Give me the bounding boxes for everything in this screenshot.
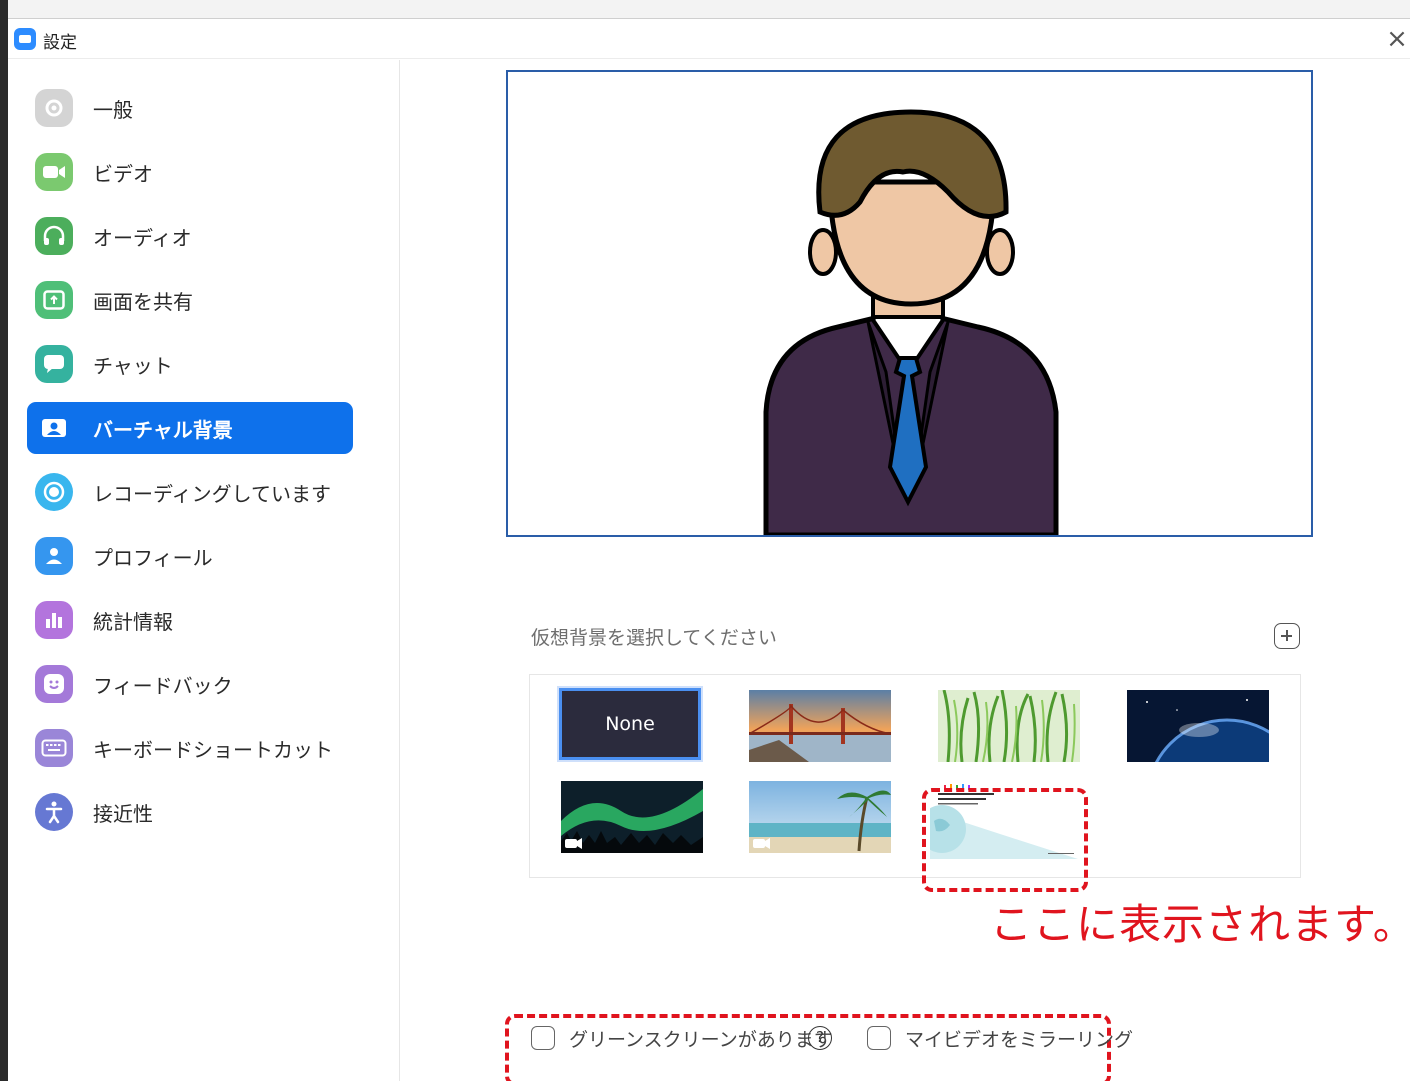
background-thumb-none[interactable]: None: [559, 688, 701, 760]
green-screen-checkbox[interactable]: [531, 1026, 555, 1050]
video-preview: [506, 70, 1313, 537]
sidebar-item-keyboard-shortcuts[interactable]: キーボードショートカット: [27, 722, 353, 774]
green-screen-label: グリーンスクリーンがあります: [569, 1029, 833, 1051]
profile-icon: [35, 537, 73, 575]
settings-window: 設定 × 一般 ビデオ オーディオ 画面を共有 チャット バーチャル背景 レコー…: [8, 18, 1410, 1081]
sidebar-item-recording[interactable]: レコーディングしています: [27, 466, 353, 518]
mirror-video-label: マイビデオをミラーリング: [905, 1029, 1134, 1051]
sidebar-item-profile[interactable]: プロフィール: [27, 530, 353, 582]
statistics-icon: [35, 601, 73, 639]
window-title: 設定: [43, 33, 77, 53]
title-bar: 設定 ×: [8, 19, 1410, 59]
choose-background-label: 仮想背景を選択してください: [531, 627, 777, 649]
sidebar-item-statistics[interactable]: 統計情報: [27, 594, 353, 646]
sidebar-item-label: 画面を共有: [93, 290, 193, 314]
background-thumb-golden-gate[interactable]: [749, 690, 891, 762]
highlight-custom-background: [922, 788, 1088, 892]
person-avatar-preview: [763, 109, 1059, 535]
sidebar-item-label: ビデオ: [93, 162, 153, 186]
sidebar-item-chat[interactable]: チャット: [27, 338, 353, 390]
video-camera-icon: [35, 153, 73, 191]
keyboard-icon: [35, 729, 73, 767]
annotation-callout: ここに表示されます。: [990, 900, 1410, 949]
sidebar-item-video[interactable]: ビデオ: [27, 146, 353, 198]
desktop-backdrop: [0, 0, 1410, 18]
sidebar-item-accessibility[interactable]: 接近性: [27, 786, 353, 838]
background-thumb-grass[interactable]: [938, 690, 1080, 762]
background-thumb-beach[interactable]: [749, 781, 891, 853]
chat-icon: [35, 345, 73, 383]
sidebar-item-label: レコーディングしています: [93, 482, 331, 506]
background-gallery: None: [529, 674, 1301, 878]
background-none-label: None: [605, 713, 655, 735]
sidebar-item-label: バーチャル背景: [93, 418, 233, 442]
sidebar-item-label: 一般: [93, 98, 133, 122]
sidebar-item-label: フィードバック: [93, 674, 233, 698]
sidebar-item-share-screen[interactable]: 画面を共有: [27, 274, 353, 326]
headphones-icon: [35, 217, 73, 255]
sidebar-item-label: オーディオ: [93, 226, 192, 250]
share-screen-icon: [35, 281, 73, 319]
virtual-background-icon: [35, 409, 73, 447]
sidebar-item-general[interactable]: 一般: [27, 82, 353, 134]
gear-icon: [35, 89, 73, 127]
help-icon[interactable]: ?: [808, 1026, 832, 1050]
sidebar-item-label: 統計情報: [93, 610, 173, 634]
background-thumb-aurora[interactable]: [561, 781, 703, 853]
virtual-background-panel: 仮想背景を選択してください None ここに表示されます。 グリーンスクリーンが…: [401, 60, 1410, 1081]
recording-icon: [35, 473, 73, 511]
desktop-edge: [0, 0, 8, 1081]
plus-icon[interactable]: [1274, 623, 1300, 649]
accessibility-icon: [35, 793, 73, 831]
mirror-video-checkbox[interactable]: [867, 1026, 891, 1050]
close-button[interactable]: ×: [1384, 21, 1410, 57]
zoom-logo-icon: [14, 28, 36, 50]
sidebar-item-feedback[interactable]: フィードバック: [27, 658, 353, 710]
sidebar-item-label: プロフィール: [93, 546, 213, 570]
sidebar-item-virtual-background[interactable]: バーチャル背景: [27, 402, 353, 454]
sidebar-item-audio[interactable]: オーディオ: [27, 210, 353, 262]
settings-sidebar: 一般 ビデオ オーディオ 画面を共有 チャット バーチャル背景 レコーディングし…: [8, 60, 400, 1081]
sidebar-item-label: チャット: [93, 354, 173, 378]
feedback-icon: [35, 665, 73, 703]
sidebar-item-label: 接近性: [93, 802, 153, 826]
background-thumb-earth[interactable]: [1127, 690, 1269, 762]
sidebar-item-label: キーボードショートカット: [93, 738, 333, 762]
